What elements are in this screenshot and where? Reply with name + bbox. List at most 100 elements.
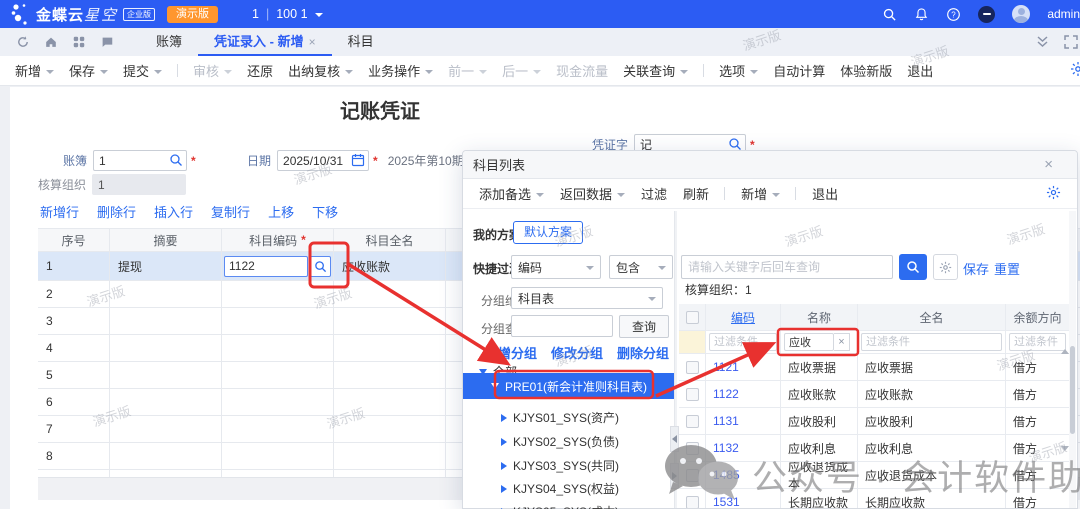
dialog-exit-button[interactable]: 退出 [812,184,838,203]
chevron-down-icon [100,70,108,74]
notification-bell-icon[interactable] [914,7,929,22]
column-code[interactable]: 编码 [706,304,781,330]
business-ops-button[interactable]: 业务操作 [368,61,433,80]
lookup-icon[interactable] [169,153,183,167]
submit-button[interactable]: 提交 [123,61,162,80]
collapse-right-handle[interactable] [670,463,679,489]
tab-voucher-entry[interactable]: 凭证录入 - 新增× [198,28,332,56]
delete-group-link[interactable]: 删除分组 [617,343,669,362]
save-filter-link[interactable]: 保存 [963,259,989,278]
edition-badge: 企业版 [123,8,155,21]
restore-button[interactable]: 还原 [247,61,273,80]
add-row-button[interactable]: 新增行 [40,202,79,221]
tab-close-icon[interactable]: × [309,35,316,49]
move-down-button[interactable]: 下移 [312,202,338,221]
name-filter-input[interactable] [784,333,834,351]
options-button[interactable]: 选项 [719,61,758,80]
code-filter-input[interactable] [709,333,777,351]
row-checkbox[interactable] [686,388,699,401]
dialog-new-button[interactable]: 新增 [741,184,780,203]
tree-node-asset[interactable]: KJYS01_SYS(资产) [501,409,619,426]
tree-node-liability[interactable]: KJYS02_SYS(负债) [501,433,619,450]
home-icon[interactable] [44,35,58,49]
scroll-up-icon[interactable] [1061,349,1069,354]
default-plan-button[interactable]: 默认方案 [513,221,583,244]
clear-filter-icon[interactable]: × [834,333,850,351]
column-name[interactable]: 名称 [781,304,858,330]
help-icon[interactable]: ? [946,7,961,22]
message-icon[interactable] [100,35,114,49]
refresh-button[interactable]: 刷新 [683,184,709,203]
fullname-filter-input[interactable] [861,333,1002,351]
filter-settings-button[interactable] [933,254,958,280]
direction-filter-input[interactable] [1009,333,1066,351]
account-row[interactable]: 1132应收利息应收利息借方 [679,435,1069,462]
username[interactable]: admin [1047,7,1080,21]
lookup-icon[interactable] [728,137,742,151]
search-button[interactable] [899,254,927,280]
collapse-left-handle[interactable] [670,426,679,452]
auto-calc-button[interactable]: 自动计算 [773,61,825,80]
delete-row-button[interactable]: 删除行 [97,202,136,221]
row-checkbox[interactable] [686,469,699,482]
account-code-input[interactable] [224,256,308,277]
fullscreen-icon[interactable] [1064,35,1078,49]
account-row[interactable]: 1485应收退货成本应收退货成本借方 [679,462,1069,489]
apps-grid-icon[interactable] [72,35,86,49]
tree-node-selected[interactable]: PRE01(新会计准则科目表) [463,373,674,399]
save-button[interactable]: 保存 [69,61,108,80]
add-group-link[interactable]: 新增分组 [485,343,537,362]
edit-group-link[interactable]: 修改分组 [551,343,603,362]
insert-row-button[interactable]: 插入行 [154,202,193,221]
reset-filter-link[interactable]: 重置 [994,259,1020,278]
group-query-button[interactable]: 查询 [619,315,669,338]
settings-gear-icon[interactable] [1070,61,1080,80]
related-query-button[interactable]: 关联查询 [623,61,688,80]
scroll-down-icon[interactable] [1061,446,1069,451]
copy-row-button[interactable]: 复制行 [211,202,250,221]
filter-field-select[interactable]: 编码 [511,255,601,279]
row-checkbox[interactable] [686,361,699,374]
add-candidate-button[interactable]: 添加备选 [479,184,544,203]
move-up-button[interactable]: 上移 [268,202,294,221]
close-icon[interactable]: × [1044,156,1053,173]
account-row[interactable]: 1131应收股利应收股利借方 [679,408,1069,435]
gear-icon [939,261,952,274]
dialog-settings-gear-icon[interactable] [1046,185,1061,203]
row-checkbox[interactable] [686,415,699,428]
group-dimension-select[interactable]: 科目表 [511,287,663,309]
summary-cell[interactable]: 提现 [110,252,222,280]
select-all-checkbox[interactable] [686,311,699,324]
do-not-disturb-icon[interactable] [978,6,995,23]
group-search-input[interactable] [511,315,613,337]
calendar-icon[interactable] [351,153,365,167]
dialog-scrollbar[interactable] [1069,211,1076,508]
new-button[interactable]: 新增 [15,61,54,80]
filter-button[interactable]: 过滤 [641,184,667,203]
avatar[interactable] [1012,5,1030,23]
account-row[interactable]: 1122应收账款应收账款借方 [679,381,1069,408]
keyword-input[interactable] [681,255,893,279]
account-row[interactable]: 1531长期应收款长期应收款借方 [679,489,1069,508]
collapse-tabs-icon[interactable] [1035,35,1050,49]
try-new-version-button[interactable]: 体验新版 [840,61,892,80]
cashier-review-button[interactable]: 出纳复核 [288,61,353,80]
tree-node-equity[interactable]: KJYS04_SYS(权益) [501,480,619,497]
search-icon[interactable] [882,7,897,22]
tab-subjects[interactable]: 科目 [332,28,390,56]
column-fullname[interactable]: 全名 [858,304,1006,330]
filter-operator-select[interactable]: 包含 [609,255,673,279]
refresh-icon[interactable] [16,35,30,49]
column-direction[interactable]: 余额方向 [1006,304,1069,330]
return-data-button[interactable]: 返回数据 [560,184,625,203]
tree-node-common[interactable]: KJYS03_SYS(共同) [501,457,619,474]
tree-node-cost[interactable]: KJYS05_SYS(成本) [501,503,619,509]
row-checkbox[interactable] [686,496,699,509]
row-checkbox[interactable] [686,442,699,455]
exit-button[interactable]: 退出 [907,61,933,80]
account-lookup-button[interactable] [310,256,331,277]
account-row[interactable]: 1121应收票据应收票据借方 [679,354,1069,381]
account-switcher[interactable]: 1 | 100 1 [252,7,322,21]
tab-account-books[interactable]: 账簿 [140,28,198,56]
org-field: 核算组织 [38,174,186,195]
